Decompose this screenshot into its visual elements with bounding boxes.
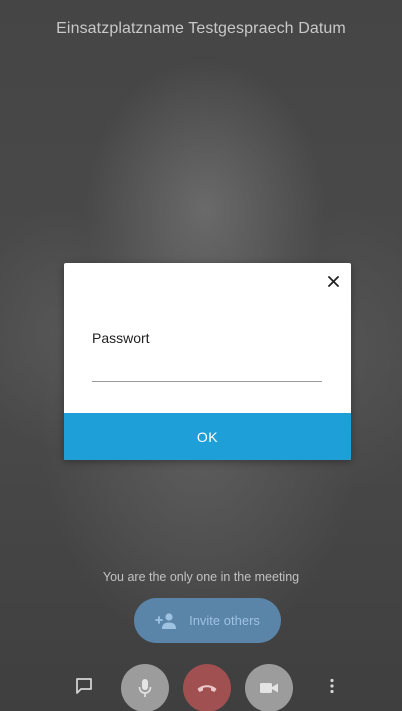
chat-icon: [76, 678, 92, 694]
more-vertical-icon: [330, 678, 334, 694]
close-button[interactable]: [323, 271, 343, 291]
chat-button[interactable]: [70, 672, 98, 700]
password-dialog: Passwort OK: [64, 263, 351, 460]
microphone-button[interactable]: [121, 664, 169, 711]
ok-button[interactable]: OK: [64, 413, 351, 460]
camera-button[interactable]: [245, 664, 293, 711]
camera-icon: [260, 683, 278, 693]
meeting-status-text: You are the only one in the meeting: [102, 570, 300, 584]
add-person-icon: [155, 612, 177, 629]
hangup-icon: [197, 685, 217, 692]
close-icon: [327, 275, 339, 287]
invite-others-label: Invite others: [189, 613, 260, 628]
meeting-screen: Einsatzplatzname Testgespraech Datum Pas…: [0, 0, 402, 711]
microphone-icon: [138, 679, 152, 697]
more-options-button[interactable]: [318, 672, 346, 700]
hangup-button[interactable]: [183, 664, 231, 711]
meeting-title: Einsatzplatzname Testgespraech Datum: [56, 20, 346, 37]
invite-others-button[interactable]: Invite others: [134, 598, 281, 643]
password-label: Passwort: [92, 330, 150, 346]
password-input[interactable]: [92, 357, 322, 382]
